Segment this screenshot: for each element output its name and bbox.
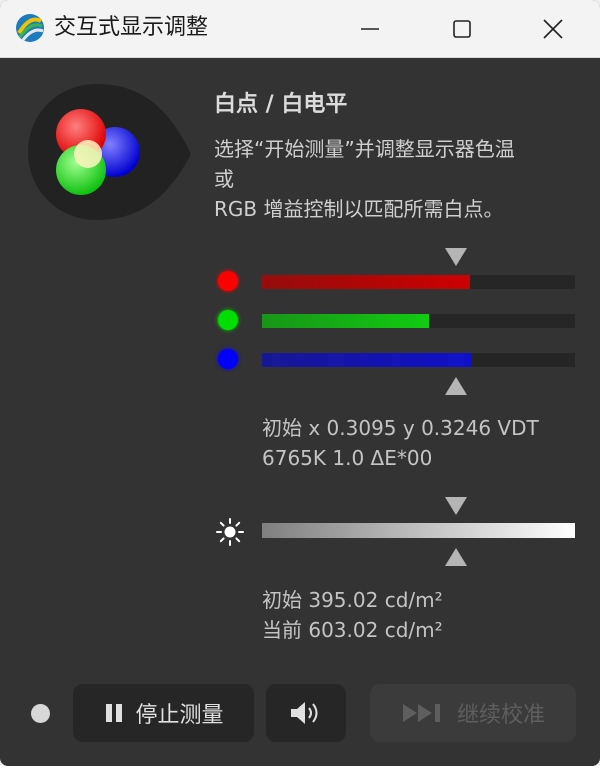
maximize-button[interactable] — [417, 0, 507, 57]
close-icon — [543, 18, 563, 39]
rgb-target-marker-bottom — [445, 377, 467, 395]
interactive-display-adjustment-window: 交互式显示调整 白点 / 白电平 选择“开始测量”并调整显示器色温 或 RGB … — [0, 0, 600, 766]
displaycal-icon — [16, 14, 44, 42]
luminance-current: 当前 603.02 cd/m² — [262, 618, 443, 642]
green-channel-dot — [218, 310, 238, 330]
luminance-target-marker-top — [445, 497, 467, 515]
status-indicator — [31, 704, 50, 723]
green-gain-bar — [262, 314, 575, 328]
whitepoint-readout: 初始 x 0.3095 y 0.3246 VDT 6765K 1.0 ΔE*00 — [262, 413, 539, 473]
minimize-icon — [361, 27, 379, 30]
luminance-initial: 初始 395.02 cd/m² — [262, 588, 443, 612]
luminance-bar — [262, 523, 575, 538]
description-line: 或 — [214, 167, 234, 191]
pause-icon — [103, 702, 125, 724]
luminance-target-marker-bottom — [445, 548, 467, 566]
red-gain-fill — [262, 275, 471, 289]
whitepoint-readout-line1: 初始 x 0.3095 y 0.3246 VDT — [262, 416, 539, 440]
speaker-icon — [289, 699, 323, 727]
description-line: RGB 增益控制以匹配所需白点。 — [214, 197, 504, 221]
section-description: 选择“开始测量”并调整显示器色温 或 RGB 增益控制以匹配所需白点。 — [214, 134, 584, 224]
red-gain-bar — [262, 275, 575, 289]
stop-measurement-label: 停止测量 — [135, 703, 224, 728]
whitepoint-readout-line2: 6765K 1.0 ΔE*00 — [262, 446, 433, 470]
stop-measurement-button[interactable]: 停止测量 — [73, 684, 254, 742]
sound-toggle-button[interactable] — [266, 684, 346, 742]
close-button[interactable] — [508, 0, 598, 57]
maximize-icon — [453, 19, 471, 38]
window-title: 交互式显示调整 — [54, 15, 209, 40]
title-bar: 交互式显示调整 — [0, 0, 600, 58]
section-heading: 白点 / 白电平 — [214, 92, 348, 117]
minimize-button[interactable] — [325, 0, 415, 57]
continue-calibration-button[interactable]: 继续校准 — [370, 684, 576, 742]
rgb-whitepoint-logo — [28, 84, 191, 220]
skip-forward-icon — [401, 701, 447, 725]
luminance-readout: 初始 395.02 cd/m² 当前 603.02 cd/m² — [262, 585, 443, 645]
continue-calibration-label: 继续校准 — [456, 703, 545, 728]
blue-gain-bar — [262, 353, 575, 367]
sun-icon — [216, 518, 244, 546]
rgb-target-marker-top — [445, 248, 467, 266]
red-channel-dot — [218, 271, 238, 291]
blue-gain-fill — [262, 353, 472, 367]
green-gain-fill — [262, 314, 430, 328]
blue-channel-dot — [218, 349, 238, 369]
description-line: 选择“开始测量”并调整显示器色温 — [214, 137, 515, 161]
